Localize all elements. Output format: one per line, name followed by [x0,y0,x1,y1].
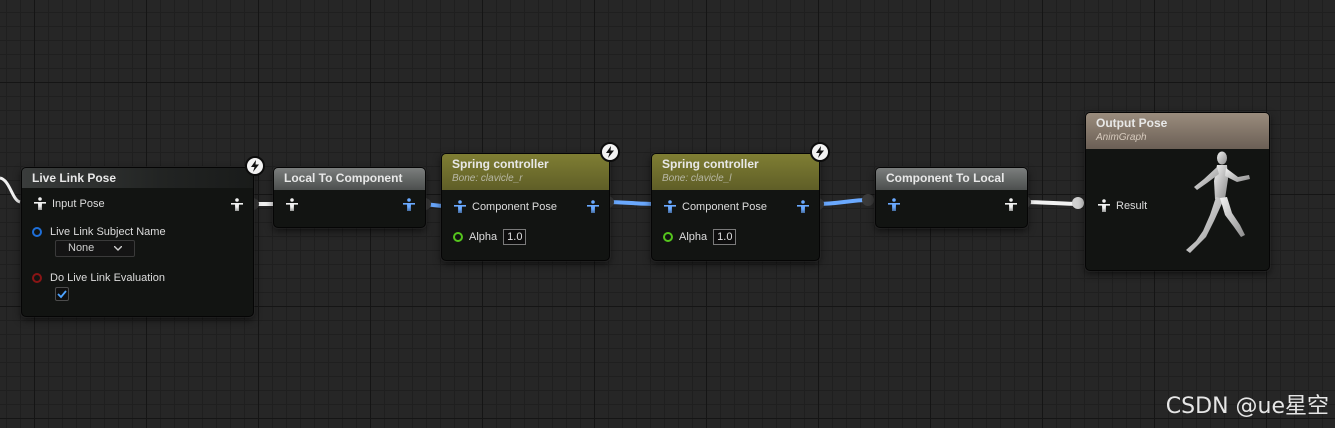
node-component-to-local[interactable]: Component To Local [875,167,1028,228]
subject-name-dropdown[interactable]: None [55,240,135,257]
node-title-block: Spring controller Bone: clavicle_l [652,154,819,190]
checkmark-icon [57,290,67,299]
input-pose-label: Input Pose [52,198,105,210]
mannequin-icon [33,197,47,211]
component-pose-label: Component Pose [472,201,557,213]
alpha-label: Alpha [469,231,498,243]
mannequin-icon [453,200,467,214]
float-pin-icon [663,232,673,242]
fast-path-badge-live-link [245,156,265,176]
alpha-value-input[interactable]: 1.0 [713,229,737,245]
component-pose-input-pin[interactable]: Component Pose [453,200,557,214]
lightning-bolt-icon [606,146,614,158]
node-local-to-component[interactable]: Local To Component [273,167,426,228]
do-evaluation-label: Do Live Link Evaluation [50,272,165,284]
node-title: Spring controller [662,157,759,171]
component-pose-input-pin[interactable] [887,198,901,212]
lightning-bolt-icon [816,146,824,158]
do-evaluation-checkbox[interactable] [55,287,69,301]
fast-path-badge-spring-r [600,142,620,162]
mannequin-icon [663,200,677,214]
mannequin-icon [1097,199,1111,213]
chevron-down-icon [114,246,122,251]
local-pose-input-pin[interactable] [285,198,299,212]
result-pin[interactable]: Result [1097,199,1147,213]
wire-knot-5[interactable] [862,194,874,206]
component-pose-output-pin[interactable] [586,200,600,214]
anim-graph-canvas[interactable]: Live Link Pose Input Pose Live Link Subj… [0,0,1335,428]
subject-name-value: None [68,242,95,254]
node-title: Component To Local [876,168,1027,190]
bool-pin-icon [32,273,42,283]
node-title-block: Spring controller Bone: clavicle_r [442,154,609,190]
subject-name-label: Live Link Subject Name [50,226,166,238]
alpha-label: Alpha [679,231,708,243]
node-title: Output Pose [1096,116,1168,130]
node-output-pose[interactable]: Output Pose AnimGraph Result [1085,112,1270,271]
component-pose-label: Component Pose [682,201,767,213]
node-subtitle: AnimGraph [1096,132,1147,143]
do-evaluation-pin[interactable]: Do Live Link Evaluation [32,272,165,284]
component-pose-input-pin[interactable]: Component Pose [663,200,767,214]
node-subtitle: Bone: clavicle_r [452,173,523,184]
node-subtitle: Bone: clavicle_l [662,173,732,184]
name-pin-icon [32,227,42,237]
running-mannequin-icon [1186,151,1250,253]
local-pose-output-pin[interactable] [1004,198,1018,212]
alpha-pin[interactable]: Alpha 1.0 [453,229,527,245]
wire-input-to-live-link[interactable] [0,176,21,204]
node-title: Local To Component [274,168,425,190]
result-label: Result [1116,200,1148,212]
alpha-value-input[interactable]: 1.0 [503,229,527,245]
wire-knot-7[interactable] [1072,197,1084,209]
float-pin-icon [453,232,463,242]
node-title: Spring controller [452,157,549,171]
subject-name-pin[interactable]: Live Link Subject Name [32,226,166,238]
alpha-pin[interactable]: Alpha 1.0 [663,229,737,245]
output-pose-pin-icon[interactable] [230,198,244,212]
node-title-block: Output Pose AnimGraph [1086,113,1269,149]
node-live-link-pose[interactable]: Live Link Pose Input Pose Live Link Subj… [21,167,254,317]
node-title: Live Link Pose [22,168,253,188]
lightning-bolt-icon [251,160,259,172]
node-spring-controller-l[interactable]: Spring controller Bone: clavicle_l Compo… [651,153,820,261]
node-spring-controller-r[interactable]: Spring controller Bone: clavicle_r Compo… [441,153,610,261]
input-pose-pin[interactable]: Input Pose [33,197,105,211]
component-pose-output-pin[interactable] [796,200,810,214]
component-pose-output-pin[interactable] [402,198,416,212]
watermark: CSDN @ue星空 [1165,394,1329,419]
fast-path-badge-spring-l [810,142,830,162]
